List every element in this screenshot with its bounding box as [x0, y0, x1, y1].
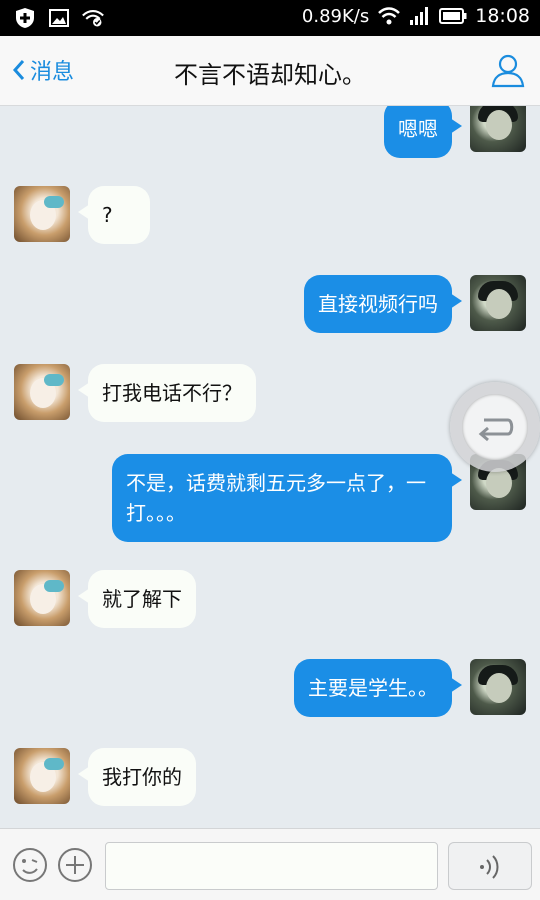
plus-icon[interactable] [57, 847, 93, 883]
status-icons-right: 0.89K/s 18:08 [302, 5, 530, 27]
chat-title: 不言不语却知心。 [174, 61, 366, 89]
my-avatar[interactable] [470, 275, 526, 331]
chat-header: 消息 不言不语却知心。 [0, 36, 540, 106]
contact-avatar[interactable] [14, 186, 70, 242]
contact-avatar[interactable] [14, 748, 70, 804]
message-bubble-received[interactable]: 我打你的 [78, 748, 196, 806]
contact-avatar[interactable] [14, 364, 70, 420]
voice-icon [480, 855, 499, 879]
message-input-bar [0, 828, 540, 900]
person-icon[interactable] [490, 52, 526, 88]
wifi-check-icon [82, 9, 104, 27]
message-bubble-received[interactable]: 就了解下 [78, 570, 196, 628]
signal-icon [410, 7, 429, 25]
wifi-icon [378, 7, 401, 25]
message-bubble-sent[interactable]: 直接视频行吗 [304, 275, 462, 333]
clock: 18:08 [475, 5, 530, 27]
message-bubble-received[interactable]: 打我电话不行？ [78, 364, 256, 422]
message-bubble-received[interactable]: ? [78, 186, 150, 244]
floating-assist-button[interactable] [450, 382, 540, 472]
image-icon [49, 9, 69, 27]
message-input[interactable] [105, 842, 438, 890]
emoji-icon[interactable] [12, 847, 48, 883]
floating-assist-inner [462, 394, 528, 460]
battery-icon [439, 8, 467, 24]
message-bubble-sent[interactable]: 嗯嗯 [384, 106, 462, 158]
status-bar: 0.89K/s 18:08 [0, 0, 540, 36]
return-arrow-icon [478, 418, 514, 442]
status-icons-left [14, 7, 104, 29]
shield-icon [16, 8, 34, 28]
contact-avatar[interactable] [14, 570, 70, 626]
my-avatar[interactable] [470, 106, 526, 152]
voice-button[interactable] [448, 842, 532, 890]
network-speed: 0.89K/s [301, 5, 370, 27]
message-list[interactable]: 嗯嗯 ? 直接视频行吗 打我电话不行？ 不是，话费就剩五元多一点了，一打。。。 … [0, 106, 540, 828]
message-bubble-sent[interactable]: 主要是学生。。 [294, 659, 462, 717]
my-avatar[interactable] [470, 659, 526, 715]
message-bubble-sent[interactable]: 不是，话费就剩五元多一点了，一打。。。 [112, 454, 462, 542]
